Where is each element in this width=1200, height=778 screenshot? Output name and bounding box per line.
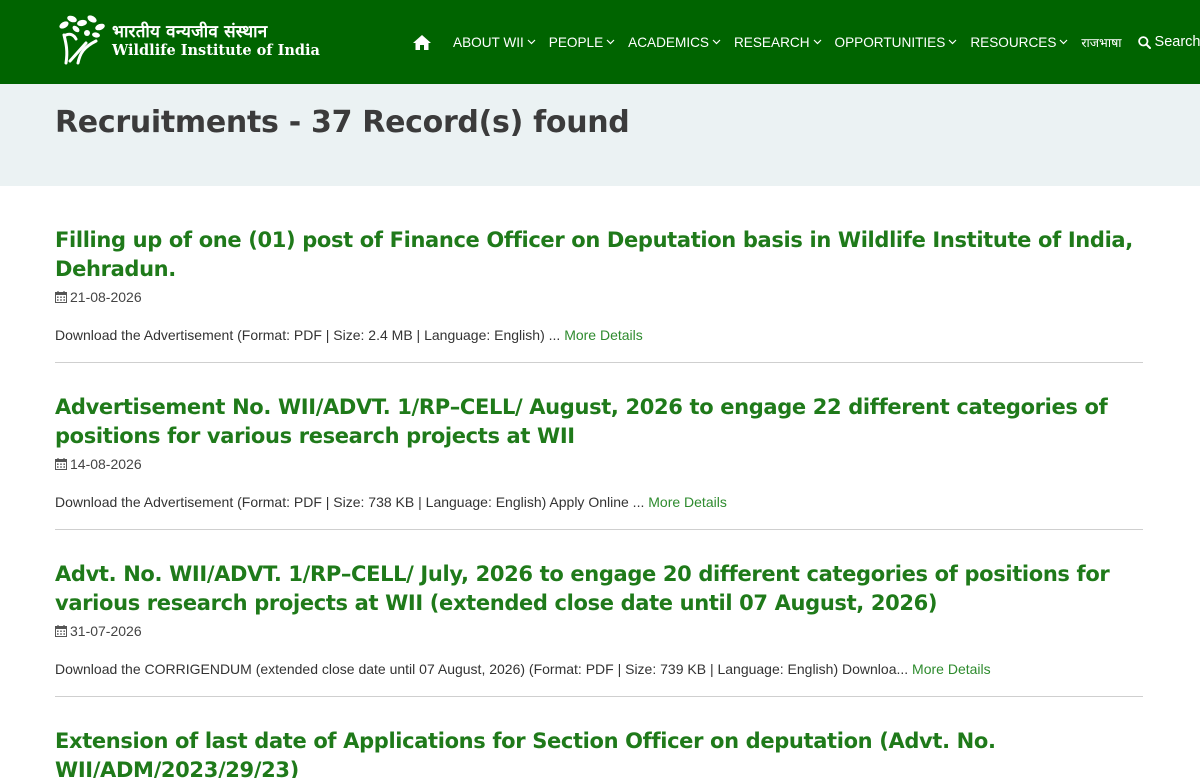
chevron-down-icon xyxy=(948,39,957,45)
record-date-text: 21-08-2026 xyxy=(70,289,142,305)
nav-resources-label: RESOURCES xyxy=(970,34,1057,50)
list-item: Filling up of one (01) post of Finance O… xyxy=(55,186,1143,363)
home-link[interactable] xyxy=(412,32,434,52)
record-summary-text: Download the CORRIGENDUM (extended close… xyxy=(55,661,909,677)
more-details-link[interactable]: More Details xyxy=(564,327,643,343)
nav-academics-label: ACADEMICS xyxy=(628,34,709,50)
list-item: Advertisement No. WII/ADVT. 1/RP–CELL/ A… xyxy=(55,363,1143,530)
nav-about-wii[interactable]: ABOUT WII xyxy=(453,35,536,50)
site-header: भारतीय वन्यजीव संस्थान Wildlife Institut… xyxy=(0,0,1200,84)
chevron-down-icon xyxy=(813,39,821,45)
record-summary: Download the CORRIGENDUM (extended close… xyxy=(55,660,1143,678)
chevron-down-icon xyxy=(527,39,536,45)
nav-opportunities-label: OPPORTUNITIES xyxy=(834,34,946,50)
record-summary: Download the Advertisement (Format: PDF … xyxy=(55,493,1143,511)
list-item: Advt. No. WII/ADVT. 1/RP–CELL/ July, 202… xyxy=(55,530,1143,697)
page-title: Recruitments - 37 Record(s) found xyxy=(55,105,630,140)
record-date: 21-08-2026 xyxy=(55,288,1143,306)
nav-people-label: PEOPLE xyxy=(548,34,604,50)
calendar-icon xyxy=(55,458,67,470)
record-summary-text: Download the Advertisement (Format: PDF … xyxy=(55,327,561,343)
chevron-down-icon xyxy=(712,39,721,45)
search-label: Search xyxy=(1154,34,1200,50)
record-summary: Download the Advertisement (Format: PDF … xyxy=(55,326,1143,344)
logo-hindi-text: भारतीय वन्यजीव संस्थान xyxy=(112,21,268,42)
list-item: Extension of last date of Applications f… xyxy=(55,697,1143,778)
record-title-link[interactable]: Advertisement No. WII/ADVT. 1/RP–CELL/ A… xyxy=(55,393,1143,451)
chevron-down-icon xyxy=(1059,39,1068,45)
recruitment-list: Filling up of one (01) post of Finance O… xyxy=(0,186,1143,778)
record-date-text: 31-07-2026 xyxy=(70,623,142,639)
more-details-link[interactable]: More Details xyxy=(648,494,727,510)
chevron-down-icon xyxy=(606,39,615,45)
nav-opportunities[interactable]: OPPORTUNITIES xyxy=(835,35,958,50)
calendar-icon xyxy=(55,291,67,303)
record-date-text: 14-08-2026 xyxy=(70,456,142,472)
record-title-link[interactable]: Extension of last date of Applications f… xyxy=(55,727,1143,778)
page-banner: Recruitments - 37 Record(s) found xyxy=(0,84,1200,186)
search-button[interactable]: Search xyxy=(1137,34,1200,50)
site-logo[interactable]: भारतीय वन्यजीव संस्थान Wildlife Institut… xyxy=(56,12,320,70)
main-navigation: ABOUT WII PEOPLE ACADEMICS RESEARCH OPPO… xyxy=(412,30,1200,54)
logo-english-text: Wildlife Institute of India xyxy=(112,41,320,59)
home-icon xyxy=(413,34,431,50)
record-date: 14-08-2026 xyxy=(55,455,1143,473)
record-summary-text: Download the Advertisement (Format: PDF … xyxy=(55,494,645,510)
nav-resources[interactable]: RESOURCES xyxy=(970,35,1068,50)
more-details-link[interactable]: More Details xyxy=(912,661,991,677)
logo-text: भारतीय वन्यजीव संस्थान Wildlife Institut… xyxy=(112,21,320,59)
tree-logo-icon xyxy=(59,15,105,65)
record-date: 31-07-2026 xyxy=(55,622,1143,640)
nav-research[interactable]: RESEARCH xyxy=(734,35,822,50)
nav-about-wii-label: ABOUT WII xyxy=(453,34,524,50)
nav-research-label: RESEARCH xyxy=(733,34,810,50)
record-title-link[interactable]: Advt. No. WII/ADVT. 1/RP–CELL/ July, 202… xyxy=(55,560,1143,618)
calendar-icon xyxy=(55,625,67,637)
nav-people[interactable]: PEOPLE xyxy=(549,35,615,50)
record-title-link[interactable]: Filling up of one (01) post of Finance O… xyxy=(55,226,1143,284)
nav-academics[interactable]: ACADEMICS xyxy=(628,35,721,50)
search-icon xyxy=(1137,35,1151,49)
nav-rajbhasha[interactable]: राजभाषा xyxy=(1081,34,1121,51)
